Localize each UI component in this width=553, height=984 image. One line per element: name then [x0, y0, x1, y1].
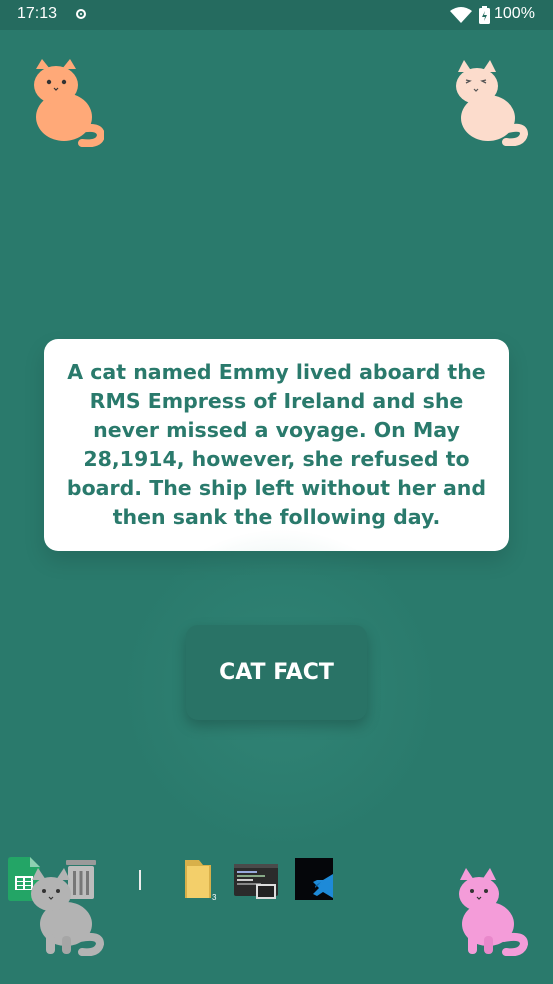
clock: 17:13	[17, 5, 58, 22]
status-bar: 17:13 100%	[0, 0, 553, 30]
vscode-icon[interactable]	[295, 858, 335, 900]
folder-icon[interactable]: 3	[183, 860, 223, 902]
peach-cat-icon	[456, 60, 528, 146]
folder-badge: 3	[212, 893, 217, 902]
cat-fact-button[interactable]: CAT FACT	[186, 625, 367, 720]
gray-cat-icon	[31, 868, 104, 956]
divider	[139, 870, 141, 890]
fact-text: A cat named Emmy lived aboard the RMS Em…	[66, 360, 487, 529]
pink-cat-icon	[459, 868, 528, 956]
record-icon	[76, 9, 86, 19]
orange-cat-icon	[34, 59, 104, 147]
terminal-icon[interactable]	[234, 864, 278, 900]
wifi-icon	[450, 7, 472, 23]
battery-icon	[479, 6, 490, 24]
fact-card: A cat named Emmy lived aboard the RMS Em…	[44, 339, 509, 551]
battery-percent: 100%	[494, 5, 535, 22]
